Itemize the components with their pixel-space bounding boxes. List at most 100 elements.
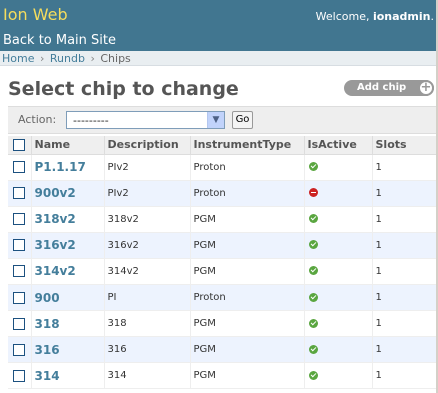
- row-checkbox[interactable]: [13, 265, 25, 278]
- select-all-checkbox[interactable]: [13, 139, 25, 152]
- chip-name-link[interactable]: 316: [35, 343, 60, 357]
- instrument-type-cell: PGM: [189, 206, 304, 233]
- add-chip-button[interactable]: Add chip +: [344, 80, 434, 96]
- slots-cell: 1: [371, 284, 436, 312]
- slots-cell: 1: [371, 154, 436, 181]
- check-circle-icon: [308, 266, 318, 276]
- back-to-main-site-link[interactable]: Back to Main Site: [3, 33, 116, 48]
- check-circle-icon: [308, 292, 318, 302]
- row-select-cell: [8, 206, 31, 233]
- row-checkbox[interactable]: [13, 213, 25, 226]
- name-cell: 314v2: [30, 258, 104, 285]
- column-header-slots[interactable]: Slots: [371, 136, 436, 155]
- description-cell: PI: [103, 284, 190, 312]
- breadcrumb-separator: ›: [90, 52, 95, 65]
- row-checkbox[interactable]: [13, 291, 25, 304]
- column-header-description[interactable]: Description: [103, 136, 190, 155]
- name-cell: 316v2: [30, 232, 104, 259]
- welcome-suffix: .: [430, 10, 435, 23]
- go-button[interactable]: Go: [232, 111, 253, 129]
- instrument-type-cell: PGM: [189, 336, 304, 364]
- row-checkbox[interactable]: [13, 187, 25, 200]
- results-table: Name Description InstrumentType IsActive…: [8, 136, 436, 390]
- chip-name-link[interactable]: 314: [35, 369, 60, 383]
- chevron-down-icon[interactable]: ▼: [207, 112, 224, 128]
- instrument-type-cell: PGM: [189, 232, 304, 259]
- slots-cell: 1: [371, 180, 436, 207]
- row-select-cell: [8, 232, 31, 259]
- is-active-cell: [303, 336, 372, 364]
- row-checkbox[interactable]: [13, 239, 25, 252]
- table-row: 314v2 314v2 PGM 1: [8, 258, 436, 285]
- check-circle-icon: [308, 318, 318, 328]
- slots-cell: 1: [371, 206, 436, 233]
- breadcrumb-separator: ›: [39, 52, 45, 65]
- description-cell: 318: [103, 310, 190, 338]
- breadcrumb: Home › Rundb › Chips: [0, 51, 438, 66]
- instrument-type-cell: Proton: [189, 180, 304, 207]
- check-circle-icon: [308, 162, 318, 172]
- user-tools: Welcome, ionadmin.: [316, 10, 434, 23]
- is-active-cell: [303, 284, 372, 312]
- table-row: 318 318 PGM 1: [8, 310, 436, 338]
- breadcrumb-rundb[interactable]: Rundb: [50, 52, 85, 65]
- description-cell: PIv2: [103, 180, 190, 207]
- chip-name-link[interactable]: 314v2: [35, 264, 76, 278]
- table-row: P1.1.17 PIv2 Proton 1: [8, 154, 436, 181]
- table-row: 318v2 318v2 PGM 1: [8, 206, 436, 233]
- table-row: 316 316 PGM 1: [8, 336, 436, 364]
- welcome-text: Welcome,: [315, 10, 373, 23]
- instrument-type-cell: PGM: [189, 310, 304, 338]
- action-select[interactable]: --------- ▼: [66, 111, 225, 129]
- slots-cell: 1: [371, 310, 436, 338]
- slots-cell: 1: [371, 336, 436, 364]
- is-active-cell: [303, 206, 372, 233]
- add-chip-label: Add chip: [357, 82, 407, 93]
- table-row: 900 PI Proton 1: [8, 284, 436, 312]
- description-cell: 314v2: [103, 258, 190, 285]
- is-active-cell: [303, 258, 372, 285]
- column-header-is-active[interactable]: IsActive: [303, 136, 372, 155]
- row-checkbox[interactable]: [13, 343, 25, 356]
- column-header-name[interactable]: Name: [30, 136, 104, 155]
- row-select-cell: [8, 310, 31, 338]
- chip-name-link[interactable]: 318v2: [35, 212, 76, 226]
- name-cell: 316: [30, 336, 104, 364]
- chip-name-link[interactable]: 900: [35, 291, 60, 305]
- table-header-row: Name Description InstrumentType IsActive…: [8, 136, 436, 155]
- is-active-cell: [303, 362, 372, 390]
- row-checkbox[interactable]: [13, 369, 25, 382]
- chip-name-link[interactable]: 316v2: [35, 238, 76, 252]
- name-cell: 314: [30, 362, 104, 390]
- breadcrumb-home[interactable]: Home: [2, 52, 34, 65]
- table-row: 900v2 PIv2 Proton 1: [8, 180, 436, 207]
- instrument-type-cell: PGM: [189, 362, 304, 390]
- description-cell: 316v2: [103, 232, 190, 259]
- column-header-instrument-type[interactable]: InstrumentType: [189, 136, 304, 155]
- name-cell: 900: [30, 284, 104, 312]
- name-cell: 900v2: [30, 180, 104, 207]
- description-cell: 316: [103, 336, 190, 364]
- name-cell: 318: [30, 310, 104, 338]
- slots-cell: 1: [371, 232, 436, 259]
- is-active-cell: [303, 310, 372, 338]
- row-checkbox[interactable]: [13, 161, 25, 174]
- row-checkbox[interactable]: [13, 317, 25, 330]
- site-name[interactable]: Ion Web: [3, 5, 68, 24]
- is-active-cell: [303, 180, 372, 207]
- page-title: Select chip to change: [8, 78, 239, 100]
- actions-bar: Action: --------- ▼ Go: [8, 106, 436, 134]
- chip-name-link[interactable]: 318: [35, 317, 60, 331]
- chip-name-link[interactable]: P1.1.17: [35, 160, 86, 174]
- is-active-cell: [303, 232, 372, 259]
- is-active-cell: [303, 154, 372, 181]
- chip-name-link[interactable]: 900v2: [35, 186, 76, 200]
- row-select-cell: [8, 336, 31, 364]
- description-cell: PIv2: [103, 154, 190, 181]
- name-cell: P1.1.17: [30, 154, 104, 181]
- table-row: 314 314 PGM 1: [8, 362, 436, 390]
- instrument-type-cell: PGM: [189, 258, 304, 285]
- check-circle-icon: [308, 370, 318, 380]
- name-cell: 318v2: [30, 206, 104, 233]
- row-select-cell: [8, 180, 31, 207]
